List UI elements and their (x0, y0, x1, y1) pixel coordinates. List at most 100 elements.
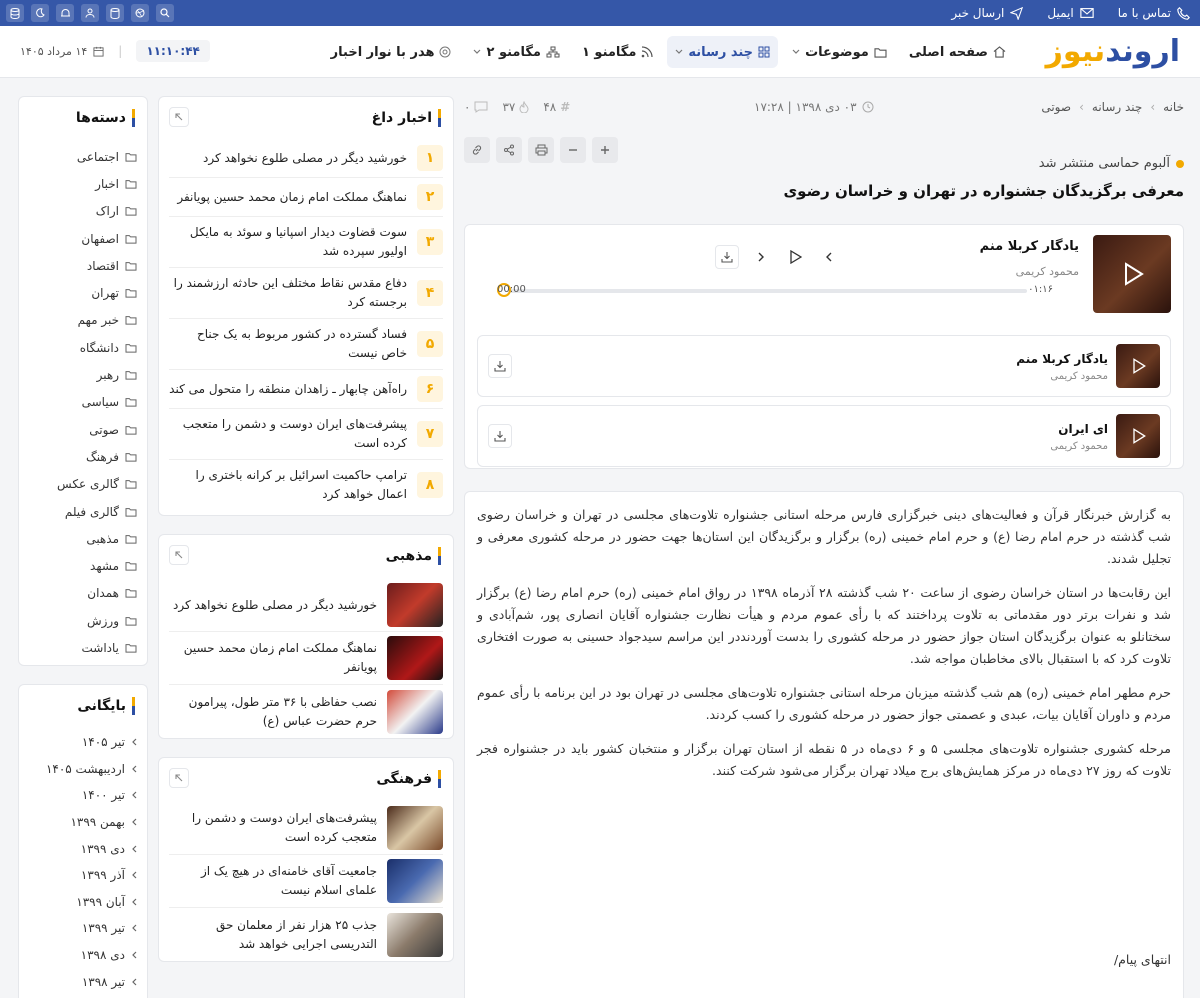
folder-icon (125, 180, 137, 189)
hot-news-item[interactable]: ۳ سوت قضاوت دیدار اسپانیا و سوئد به مایکل… (169, 217, 443, 268)
track-item[interactable]: ای ایران محمود کریمی (477, 405, 1171, 467)
header-date: ۱۴ مرداد ۱۴۰۵ (20, 45, 104, 58)
category-item[interactable]: اقتصاد (57, 252, 137, 279)
search-icon[interactable] (156, 4, 174, 22)
nav-magmenu2-label: مگامنو ۲ (486, 44, 541, 60)
nav-home[interactable]: صفحه اصلی (901, 36, 1014, 68)
category-label: همدان (87, 586, 119, 601)
minus-icon (569, 149, 577, 151)
download-button[interactable] (715, 245, 739, 269)
archive-item[interactable]: بهمن ۱۳۹۹ (46, 809, 137, 836)
track-item[interactable]: یادگار کربلا منم محمود کریمی (477, 335, 1171, 397)
expand-button[interactable] (169, 768, 189, 788)
category-item[interactable]: گالری عکس (57, 471, 137, 498)
track-download-button[interactable] (488, 424, 512, 448)
religious-card: مذهبی خورشید دیگر در مصلی طلوع نخواهد کر… (158, 534, 454, 739)
database-icon[interactable] (6, 4, 24, 22)
archive-item[interactable]: تیر ۱۳۹۸ (46, 968, 137, 995)
moon-icon[interactable] (31, 4, 49, 22)
share-button[interactable] (496, 137, 522, 163)
category-item[interactable]: ورزش (57, 607, 137, 634)
category-item[interactable]: اخبار (57, 170, 137, 197)
nav-multimedia[interactable]: چند رسانه (667, 36, 779, 68)
prev-button[interactable] (817, 245, 841, 269)
font-increase-button[interactable] (592, 137, 618, 163)
news-item[interactable]: جذب ۲۵ هزار نفر از معلمان حق التدریسی اج… (169, 908, 443, 961)
hot-news-item[interactable]: ۸ ترامپ حاکمیت اسرائیل بر کرانه باختری را… (169, 460, 443, 510)
archive-item[interactable]: تیر ۱۳۹۹ (46, 915, 137, 942)
contact-link[interactable]: تماس با ما (1118, 6, 1190, 20)
user-icon[interactable] (81, 4, 99, 22)
news-item[interactable]: نصب حفاظی با ۳۶ متر طول، پیرامون حرم حضر… (169, 685, 443, 738)
breadcrumb-multimedia[interactable]: چند رسانه (1092, 100, 1142, 114)
category-item[interactable]: گالری فیلم (57, 498, 137, 525)
print-button[interactable] (528, 137, 554, 163)
news-item[interactable]: جامعیت آقای خامنه‌ای در هیچ یک از علمای … (169, 855, 443, 908)
category-item[interactable]: سیاسی (57, 389, 137, 416)
hash-icon: # (560, 100, 571, 114)
archive-item[interactable]: اردیبهشت ۱۴۰۵ (46, 756, 137, 783)
category-label: اقتصاد (86, 258, 119, 273)
category-label: دانشگاه (79, 340, 119, 355)
news-thumbnail (387, 806, 443, 850)
news-title: پیشرفت‌های ایران دوست و دشمن را متعجب کر… (191, 811, 377, 844)
chevron-left-icon (826, 252, 832, 262)
archive-item[interactable]: دی ۱۳۹۹ (46, 835, 137, 862)
expand-button[interactable] (169, 545, 189, 565)
category-item[interactable]: مشهد (57, 552, 137, 579)
archive-item[interactable]: دی ۱۳۹۸ (46, 942, 137, 969)
hat-icon[interactable] (56, 4, 74, 22)
progress-bar[interactable] (497, 283, 1027, 297)
send-news-link[interactable]: ارسال خبر (951, 6, 1024, 20)
hot-news-item[interactable]: ۶ راه‌آهن چابهار ـ زاهدان منطقه را متحول … (169, 370, 443, 409)
category-item[interactable]: صوتی (57, 416, 137, 443)
views-value: ۳۷ (502, 100, 516, 114)
archive-item[interactable]: تیر ۱۴۰۵ (46, 729, 137, 756)
chevron-left-icon (132, 925, 137, 932)
header-date-text: ۱۴ مرداد ۱۴۰۵ (20, 44, 88, 58)
nav-magmenu2[interactable]: مگامنو ۲ (465, 36, 567, 68)
category-item[interactable]: اراک (57, 198, 137, 225)
news-item[interactable]: پیشرفت‌های ایران دوست و دشمن را متعجب کر… (169, 802, 443, 855)
category-item[interactable]: اصفهان (57, 225, 137, 252)
hot-news-item[interactable]: ۱ خورشید دیگر در مصلی طلوع نخواهد کرد (169, 139, 443, 178)
category-item[interactable]: دانشگاه (57, 334, 137, 361)
news-thumbnail (387, 912, 443, 957)
comments-count[interactable]: ۰ (464, 100, 488, 114)
font-decrease-button[interactable] (560, 137, 586, 163)
play-button[interactable] (783, 245, 807, 269)
nav-magmenu1[interactable]: مگامنو ۱ (574, 36, 661, 68)
archive-item[interactable]: تیر ۱۴۰۰ (46, 782, 137, 809)
category-item[interactable]: مذهبی (57, 525, 137, 552)
category-item[interactable]: خبر مهم (57, 307, 137, 334)
news-item[interactable]: خورشید دیگر در مصلی طلوع نخواهد کرد (169, 579, 443, 632)
hot-news-item[interactable]: ۴ دفاع مقدس نقاط مختلف این حادثه ارزشمند … (169, 268, 443, 319)
category-item[interactable]: رهبر (57, 361, 137, 388)
hot-news-item[interactable]: ۷ پیشرفت‌های ایران دوست و دشمن را متعجب ک… (169, 409, 443, 460)
nav-header-ticker[interactable]: هدر با نوار اخبار (323, 36, 460, 68)
hot-news-item[interactable]: ۲ نماهنگ مملکت امام زمان محمد حسین پویانف… (169, 178, 443, 217)
folder-icon (125, 261, 137, 271)
archive-item[interactable]: آبان ۱۳۹۹ (46, 889, 137, 916)
category-item[interactable]: اجتماعی (57, 143, 137, 170)
breadcrumb-home[interactable]: خانه (1163, 100, 1184, 114)
hot-news-item[interactable]: ۵ فساد گسترده در کشور مربوط به یک جناح خا… (169, 319, 443, 370)
breadcrumb-audio[interactable]: صوتی (1041, 100, 1071, 114)
category-item[interactable]: تهران (57, 279, 137, 306)
next-button[interactable] (749, 245, 773, 269)
category-item[interactable]: فرهنگ (57, 443, 137, 470)
chevron-left-icon (132, 898, 137, 906)
folder-icon (125, 316, 137, 326)
expand-button[interactable] (169, 107, 189, 127)
category-item[interactable]: همدان (57, 580, 137, 607)
copy-link-button[interactable] (464, 137, 490, 163)
archive-item[interactable]: آذر ۱۳۹۹ (46, 862, 137, 889)
news-item[interactable]: نماهنگ مملکت امام زمان محمد حسین پویانفر (169, 632, 443, 685)
server-icon[interactable] (106, 4, 124, 22)
site-logo[interactable]: اروندنیوز (1046, 34, 1181, 70)
track-download-button[interactable] (488, 354, 512, 378)
category-item[interactable]: یاداشت (57, 634, 137, 661)
email-link[interactable]: ایمیل (1047, 6, 1094, 20)
dribbble-icon[interactable] (131, 4, 149, 22)
nav-topics[interactable]: موضوعات (784, 36, 895, 68)
